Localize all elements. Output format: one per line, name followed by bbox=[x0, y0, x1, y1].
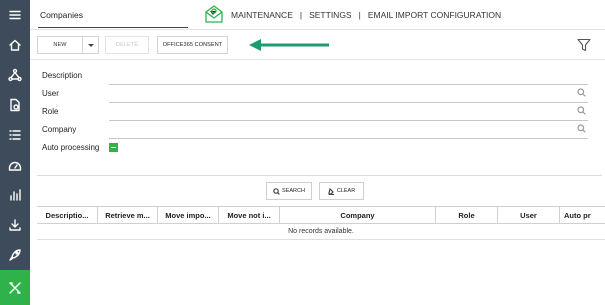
role-label: Role bbox=[42, 107, 59, 116]
eraser-icon bbox=[328, 187, 334, 195]
search-icon[interactable] bbox=[577, 124, 586, 133]
description-label: Description bbox=[42, 71, 83, 80]
document-icon bbox=[10, 98, 20, 112]
company-field: Company bbox=[42, 121, 588, 139]
new-button[interactable]: NEW bbox=[37, 36, 83, 54]
auto-processing-label: Auto processing bbox=[42, 143, 100, 152]
search-button[interactable]: SEARCH bbox=[266, 182, 312, 200]
sidebar-item-home[interactable] bbox=[0, 30, 30, 60]
column-header-move-not-imported[interactable]: Move not i... bbox=[219, 207, 280, 224]
top-header: Companies MAINTENANCE | SETTINGS | EMAIL… bbox=[30, 0, 605, 30]
clear-button-label: CLEAR bbox=[336, 188, 356, 194]
dashboard-icon bbox=[8, 161, 22, 171]
search-icon[interactable] bbox=[577, 88, 586, 97]
user-input[interactable] bbox=[109, 89, 588, 103]
company-selector[interactable]: Companies bbox=[38, 0, 216, 28]
results-table: Descriptio... Retrieve m... Move impo...… bbox=[37, 206, 605, 241]
empty-table-message: No records available. bbox=[37, 224, 605, 240]
toolbar: NEW DELETE OFFICE365 CONSENT bbox=[30, 30, 605, 60]
bar-chart-icon bbox=[10, 189, 21, 201]
column-header-role[interactable]: Role bbox=[436, 207, 498, 224]
clear-button[interactable]: CLEAR bbox=[319, 182, 364, 200]
description-field: Description bbox=[42, 67, 588, 85]
email-settings-icon bbox=[204, 4, 224, 24]
breadcrumb-separator: | bbox=[299, 10, 303, 20]
column-header-description[interactable]: Descriptio... bbox=[37, 207, 98, 224]
tools-icon bbox=[9, 281, 21, 294]
user-label: User bbox=[42, 89, 59, 98]
search-icon bbox=[273, 187, 280, 195]
sidebar-item-reports[interactable] bbox=[0, 180, 30, 210]
sidebar-item-dashboard[interactable] bbox=[0, 150, 30, 180]
breadcrumb-settings[interactable]: SETTINGS bbox=[309, 10, 352, 20]
sidebar-item-maintenance[interactable] bbox=[0, 270, 30, 305]
search-button-label: SEARCH bbox=[282, 188, 305, 194]
role-input[interactable] bbox=[109, 107, 588, 121]
column-header-retrieve-mode[interactable]: Retrieve m... bbox=[98, 207, 158, 224]
column-header-user[interactable]: User bbox=[498, 207, 560, 224]
delete-button[interactable]: DELETE bbox=[105, 36, 149, 54]
rocket-icon bbox=[9, 249, 21, 261]
sidebar-item-documents[interactable] bbox=[0, 90, 30, 120]
sidebar-item-launch[interactable] bbox=[0, 240, 30, 270]
list-icon bbox=[9, 130, 21, 140]
office365-consent-button[interactable]: OFFICE365 CONSENT bbox=[157, 36, 228, 54]
user-field: User bbox=[42, 85, 588, 103]
download-icon bbox=[9, 219, 21, 231]
description-input[interactable] bbox=[109, 71, 588, 85]
sidebar bbox=[0, 0, 30, 305]
sidebar-item-download[interactable] bbox=[0, 210, 30, 240]
auto-processing-field: Auto processing bbox=[42, 139, 588, 157]
annotation-arrow-icon bbox=[249, 39, 329, 51]
sidebar-item-hierarchy[interactable] bbox=[0, 60, 30, 90]
home-icon bbox=[9, 39, 21, 51]
sidebar-item-list[interactable] bbox=[0, 120, 30, 150]
company-label: Company bbox=[42, 125, 77, 134]
filter-icon[interactable] bbox=[577, 38, 591, 52]
chevron-down-icon bbox=[87, 43, 94, 47]
auto-processing-checkbox[interactable] bbox=[109, 143, 118, 152]
company-selector-value: Companies bbox=[40, 10, 83, 20]
breadcrumb-maintenance[interactable]: MAINTENANCE bbox=[231, 10, 293, 20]
divider bbox=[37, 175, 602, 176]
breadcrumb: MAINTENANCE | SETTINGS | EMAIL IMPORT CO… bbox=[231, 10, 501, 20]
company-input[interactable] bbox=[109, 125, 588, 139]
table-header: Descriptio... Retrieve m... Move impo...… bbox=[37, 206, 605, 224]
role-field: Role bbox=[42, 103, 588, 121]
menu-icon bbox=[9, 10, 21, 20]
column-header-company[interactable]: Company bbox=[280, 207, 436, 224]
menu-button[interactable] bbox=[0, 0, 30, 30]
breadcrumb-email-import-configuration: EMAIL IMPORT CONFIGURATION bbox=[367, 10, 502, 20]
search-icon[interactable] bbox=[577, 106, 586, 115]
breadcrumb-separator: | bbox=[358, 10, 361, 20]
new-dropdown-button[interactable] bbox=[83, 36, 99, 54]
hierarchy-icon bbox=[8, 68, 22, 82]
column-header-move-imported[interactable]: Move impo... bbox=[158, 207, 219, 224]
column-header-auto-processing[interactable]: Auto pr bbox=[560, 207, 605, 224]
